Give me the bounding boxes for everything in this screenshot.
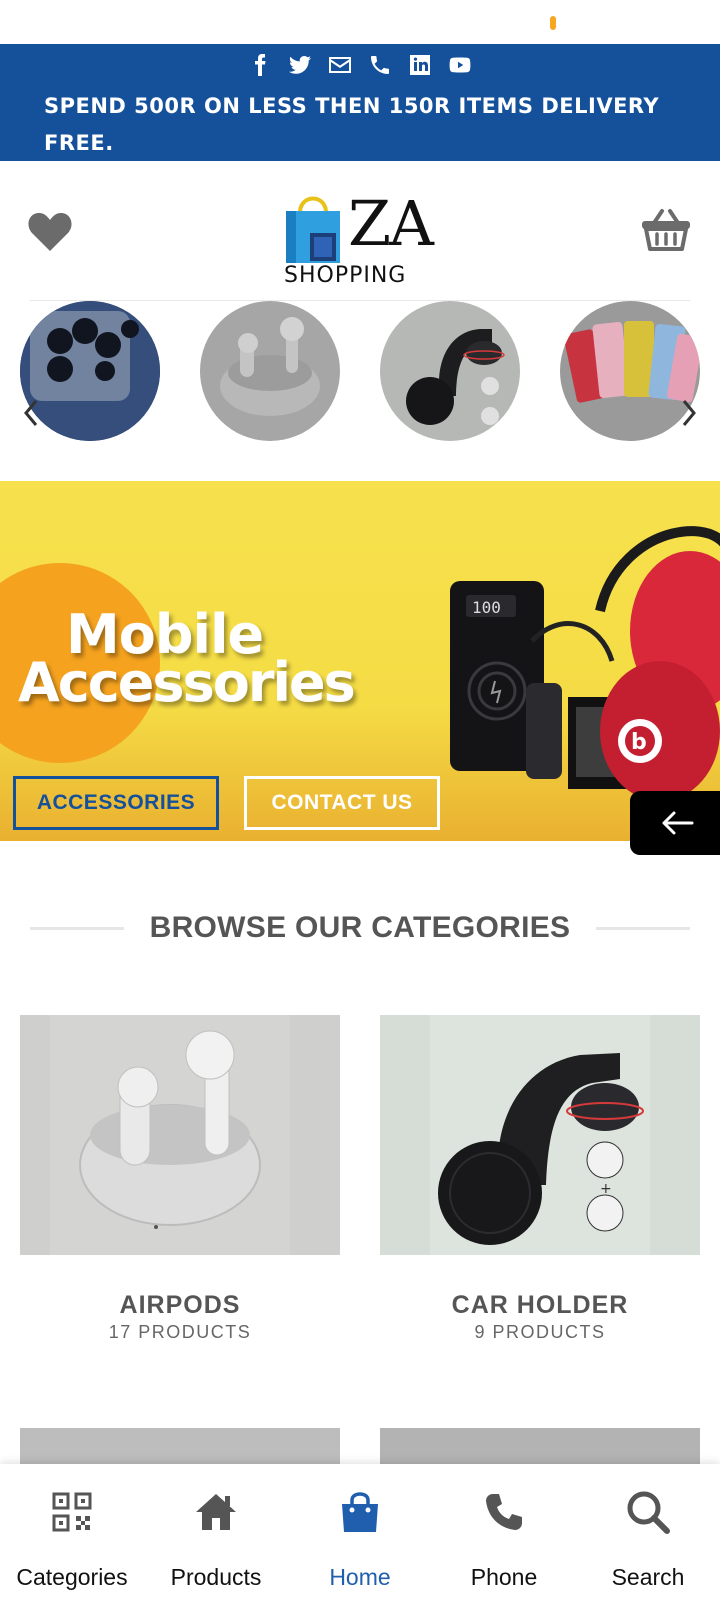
svg-text:100: 100 (472, 598, 501, 617)
category-card-car-holder[interactable]: + CAR HOLDER 9 PRODUCTS (380, 1015, 700, 1343)
nav-search[interactable]: Search (576, 1464, 720, 1600)
nav-label: Home (329, 1564, 391, 1590)
logo-text: ZA (348, 187, 434, 260)
nav-label: Search (611, 1564, 685, 1590)
category-image: + (380, 1015, 700, 1255)
divider-line (596, 927, 690, 930)
category-card-peek[interactable] (380, 1428, 700, 1468)
search-icon (624, 1488, 672, 1536)
nav-label: Categories (16, 1564, 128, 1590)
phone-icon (480, 1488, 528, 1536)
categories-section-header: BROWSE OUR CATEGORIES (0, 905, 720, 951)
home-icon (192, 1488, 240, 1536)
nav-label: Products (170, 1564, 262, 1590)
status-bar (0, 0, 720, 44)
carousel-item-car-holder[interactable] (380, 301, 520, 441)
section-title: BROWSE OUR CATEGORIES (149, 911, 571, 944)
divider-line (30, 927, 124, 930)
category-card-peek[interactable] (20, 1428, 340, 1468)
nav-home[interactable]: Home (288, 1464, 432, 1600)
youtube-icon[interactable] (447, 52, 473, 78)
category-name: AIRPODS (119, 1291, 241, 1319)
phone-icon[interactable] (367, 52, 393, 78)
banner-product-image: 100 b (440, 521, 720, 821)
svg-text:b: b (631, 730, 647, 755)
arrow-left-icon (662, 811, 694, 835)
shopping-bag-icon (336, 1488, 384, 1536)
chevron-left-icon[interactable] (20, 397, 42, 429)
nav-categories[interactable]: Categories (0, 1464, 144, 1600)
facebook-icon[interactable] (247, 52, 273, 78)
nav-phone[interactable]: Phone (432, 1464, 576, 1600)
nav-products[interactable]: Products (144, 1464, 288, 1600)
logo[interactable]: ZA SHOPPING (282, 173, 442, 289)
accessories-button[interactable]: ACCESSORIES (13, 776, 219, 830)
envelope-icon[interactable] (327, 52, 353, 78)
chevron-right-icon[interactable] (678, 397, 700, 429)
twitter-icon[interactable] (287, 52, 313, 78)
hero-banner: Mobile Accessories 100 b ACCESSORIES CON… (0, 481, 720, 841)
category-count: 9 PRODUCTS (474, 1322, 606, 1342)
category-count: 17 PRODUCTS (108, 1322, 252, 1342)
back-button[interactable] (630, 791, 720, 855)
carousel-item-earbuds[interactable] (200, 301, 340, 441)
contact-us-button[interactable]: CONTACT US (244, 776, 440, 830)
category-name: CAR HOLDER (451, 1291, 629, 1319)
linkedin-icon[interactable] (407, 52, 433, 78)
header: ZA SHOPPING (0, 161, 720, 301)
shopping-bag-logo-icon (284, 189, 342, 263)
social-links (0, 52, 720, 82)
top-bar: SPEND 500R ON LESS THEN 150R ITEMS DELIV… (0, 44, 720, 161)
qr-code-icon (48, 1488, 96, 1536)
heart-icon[interactable] (26, 209, 74, 253)
basket-icon[interactable] (640, 207, 692, 253)
status-indicator (550, 16, 556, 30)
category-carousel (0, 301, 720, 441)
banner-title-line2: Accessories (18, 651, 356, 714)
promo-text: SPEND 500R ON LESS THEN 150R ITEMS DELIV… (44, 94, 660, 155)
category-card-airpods[interactable]: AIRPODS 17 PRODUCTS (20, 1015, 340, 1343)
bottom-navigation: Categories Products Home Phone Search (0, 1464, 720, 1600)
category-image (20, 1015, 340, 1255)
logo-subtext: SHOPPING (284, 263, 407, 288)
nav-label: Phone (470, 1564, 538, 1590)
